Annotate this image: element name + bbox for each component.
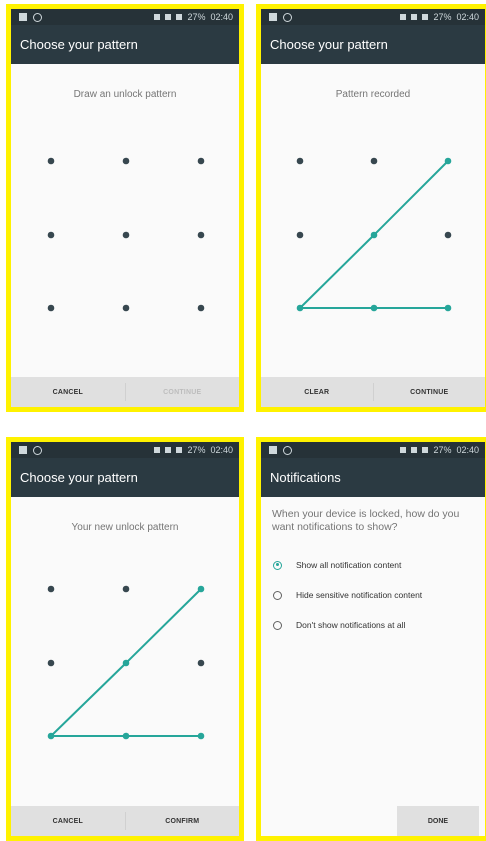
pattern-screen-2: 27% 02:40 Choose your pattern Pattern re… (256, 4, 486, 412)
cancel-button[interactable]: CANCEL (11, 377, 125, 407)
pattern-dot (47, 157, 55, 165)
clock: 02:40 (456, 445, 479, 455)
radio-label: Show all notification content (296, 560, 402, 570)
app-bar-title: Notifications (261, 458, 485, 497)
radio-option-show-all[interactable]: Show all notification content (273, 560, 401, 570)
pattern-dot-selected (122, 659, 130, 667)
pattern-dot (197, 304, 205, 312)
pattern-dot (197, 659, 205, 667)
pattern-dot-selected (296, 304, 304, 312)
button-bar: CLEAR CONTINUE (261, 377, 485, 407)
pattern-dot-selected (197, 585, 205, 593)
pattern-dot-selected (370, 231, 378, 239)
radio-checked-icon[interactable] (273, 560, 282, 570)
cancel-button[interactable]: CANCEL (11, 806, 125, 836)
continue-button[interactable]: CONTINUE (374, 377, 486, 407)
pattern-dot (47, 304, 55, 312)
pattern-dot (47, 659, 55, 667)
pattern-dot (122, 585, 130, 593)
radio-option-dont-show[interactable]: Don't show notifications at all (273, 620, 405, 630)
pattern-dot (122, 231, 130, 239)
pattern-dot-selected (444, 304, 452, 312)
signal-icon (400, 447, 407, 453)
pattern-dot-selected (47, 732, 55, 740)
status-bar: 27% 02:40 (261, 442, 485, 458)
pattern-dot (197, 157, 205, 165)
confirm-button[interactable]: CONFIRM (126, 806, 240, 836)
wifi-icon (283, 445, 292, 455)
image-notification-icon (269, 446, 277, 454)
pattern-dot (296, 231, 304, 239)
pattern-dot (444, 231, 452, 239)
battery-icon (422, 447, 429, 453)
pattern-dot (122, 157, 130, 165)
pattern-grid[interactable] (261, 9, 485, 407)
pattern-dot-selected (370, 304, 378, 312)
notifications-screen: 27% 02:40 Notifications When your device… (256, 437, 486, 841)
pattern-dot (47, 585, 55, 593)
pattern-dot (370, 157, 378, 165)
pattern-dot (197, 231, 205, 239)
signal-icon (411, 447, 418, 453)
continue-button[interactable]: CONTINUE (126, 377, 240, 407)
pattern-dot (296, 157, 304, 165)
pattern-screen-1: 27% 02:40 Choose your pattern Draw an un… (6, 4, 244, 412)
pattern-dot (47, 231, 55, 239)
radio-option-hide-sensitive[interactable]: Hide sensitive notification content (273, 590, 422, 600)
pattern-grid[interactable] (11, 9, 239, 407)
pattern-dot-selected (197, 732, 205, 740)
radio-unchecked-icon[interactable] (273, 620, 282, 630)
radio-label: Don't show notifications at all (296, 620, 406, 630)
radio-unchecked-icon[interactable] (273, 590, 282, 600)
done-button[interactable]: DONE (397, 806, 479, 836)
button-bar: CANCEL CONTINUE (11, 377, 239, 407)
pattern-dot-selected (444, 157, 452, 165)
pattern-dot (122, 304, 130, 312)
pattern-grid[interactable] (11, 442, 239, 836)
radio-label: Hide sensitive notification content (296, 590, 423, 600)
button-bar: CANCEL CONFIRM (11, 806, 239, 836)
pattern-dot-selected (122, 732, 130, 740)
clear-button[interactable]: CLEAR (261, 377, 373, 407)
battery-percent: 27% (433, 445, 452, 455)
pattern-screen-3: 27% 02:40 Choose your pattern Your new u… (6, 437, 244, 841)
notifications-question: When your device is locked, how do you w… (272, 508, 460, 533)
